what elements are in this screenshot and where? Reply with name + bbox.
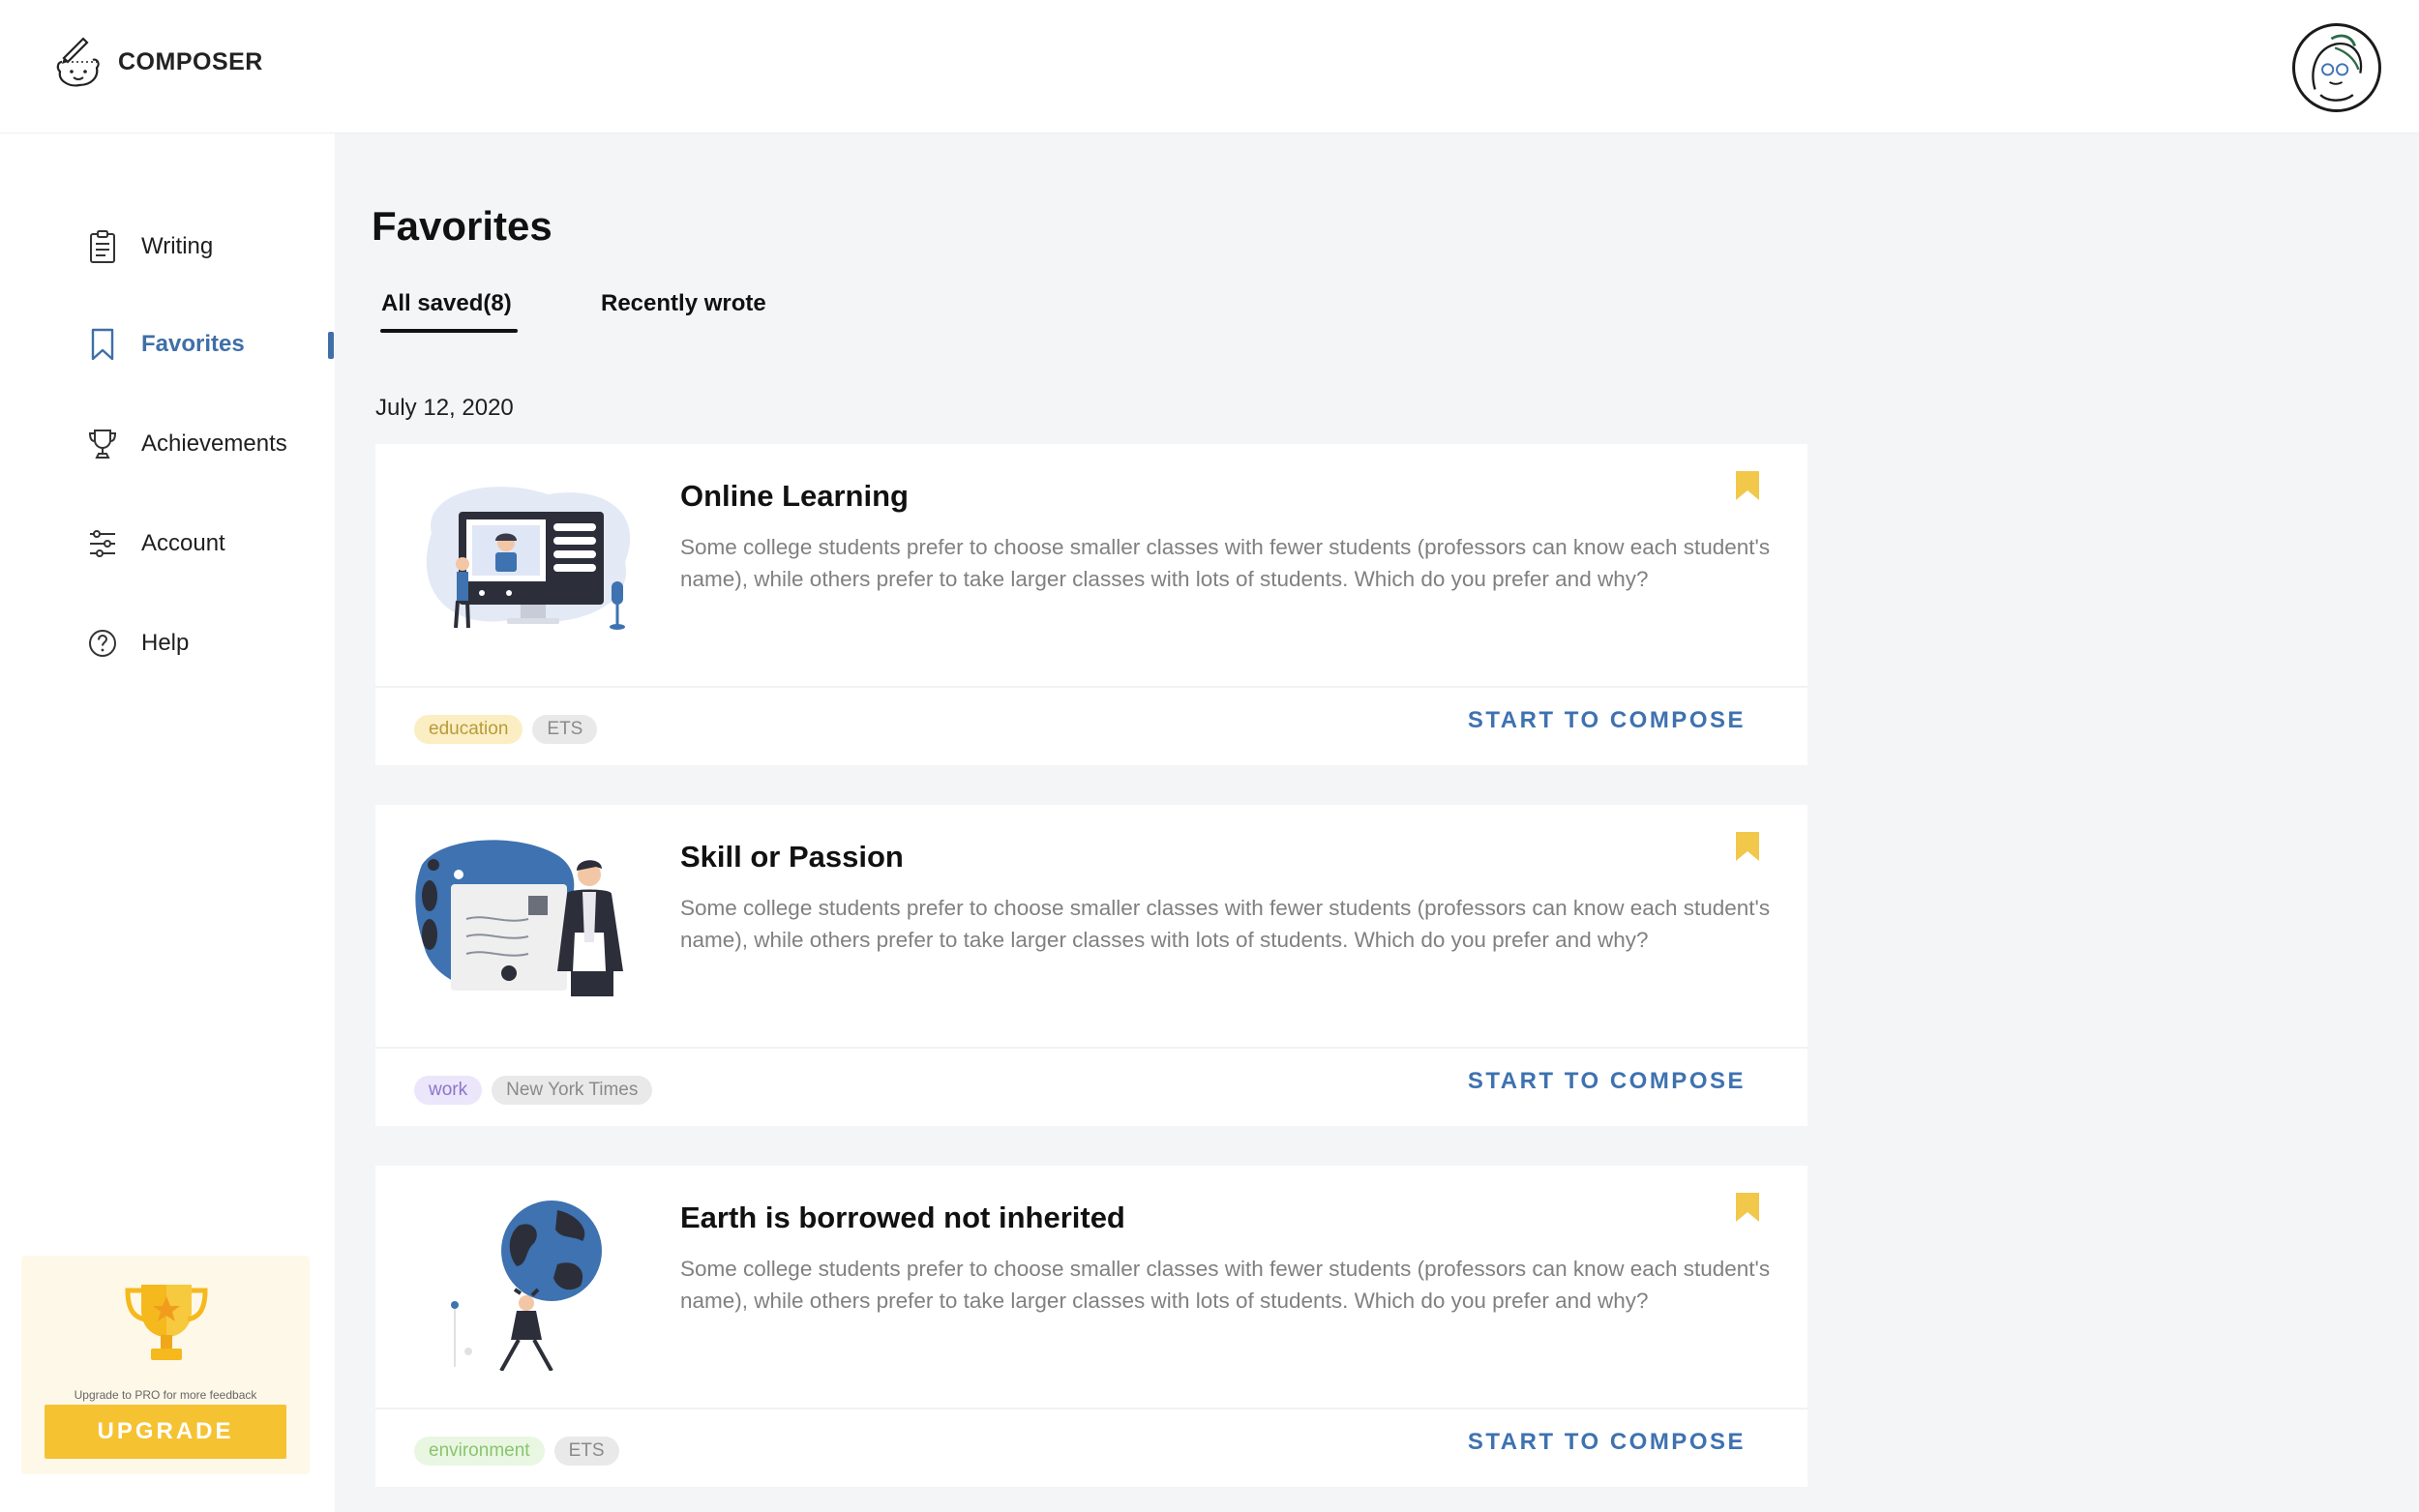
sidebar-item-label: Writing	[141, 233, 214, 259]
tag-education[interactable]: education	[414, 715, 523, 744]
tag-list: work New York Times	[414, 1076, 653, 1105]
start-compose-button[interactable]: START TO COMPOSE	[1468, 707, 1746, 734]
sidebar-item-label: Favorites	[141, 331, 245, 357]
earth-illustration	[451, 1201, 602, 1371]
bookmark-filled-icon[interactable]	[1734, 469, 1761, 502]
sidebar-item-writing[interactable]: Writing	[85, 222, 213, 271]
active-nav-indicator	[328, 332, 334, 359]
tag-environment[interactable]: environment	[414, 1437, 545, 1466]
tab-all-saved[interactable]: All saved(8)	[381, 290, 512, 317]
sidebar: Writing Favorites Achievements Account H…	[0, 133, 335, 1512]
card-title: Skill or Passion	[680, 840, 904, 874]
clipboard-icon	[85, 229, 120, 264]
sidebar-item-account[interactable]: Account	[85, 519, 225, 568]
sidebar-item-label: Help	[141, 630, 190, 656]
page-title: Favorites	[372, 203, 552, 249]
start-compose-button[interactable]: START TO COMPOSE	[1468, 1068, 1746, 1095]
card-body: Earth is borrowed not inherited Some col…	[375, 1166, 1807, 1409]
skill-passion-illustration	[415, 840, 623, 996]
sliders-icon	[85, 526, 120, 561]
app-name: COMPOSER	[118, 47, 263, 75]
bookmark-filled-icon[interactable]	[1734, 1191, 1761, 1224]
upgrade-button[interactable]: UPGRADE	[45, 1405, 286, 1459]
tag-list: education ETS	[414, 715, 598, 744]
card-title: Online Learning	[680, 479, 909, 513]
composer-logo-icon	[56, 37, 100, 87]
sidebar-item-achievements[interactable]: Achievements	[85, 420, 287, 468]
tag-list: environment ETS	[414, 1437, 619, 1466]
sidebar-item-label: Achievements	[141, 430, 287, 457]
card-body: Online Learning Some college students pr…	[375, 444, 1807, 688]
card-description: Some college students prefer to choose s…	[680, 535, 1771, 591]
tag-new-york-times[interactable]: New York Times	[492, 1076, 653, 1105]
app-logo[interactable]: COMPOSER	[50, 33, 263, 91]
top-header: COMPOSER	[0, 0, 2419, 133]
favorite-card: Skill or Passion Some college students p…	[375, 805, 1807, 1126]
card-description: Some college students prefer to choose s…	[680, 1257, 1771, 1313]
card-title: Earth is borrowed not inherited	[680, 1201, 1125, 1234]
avatar-illustration-icon	[2312, 34, 2363, 102]
bookmark-filled-icon[interactable]	[1734, 830, 1761, 863]
sidebar-item-label: Account	[141, 530, 225, 556]
online-learning-illustration	[426, 487, 631, 630]
tag-ets[interactable]: ETS	[553, 1437, 619, 1466]
upgrade-panel: Upgrade to PRO for more feedback UPGRADE	[21, 1256, 310, 1474]
favorite-card: Earth is borrowed not inherited Some col…	[375, 1166, 1807, 1487]
sidebar-item-help[interactable]: Help	[85, 619, 189, 667]
date-group-label: July 12, 2020	[375, 395, 514, 421]
card-body: Skill or Passion Some college students p…	[375, 805, 1807, 1049]
upgrade-note: Upgrade to PRO for more feedback	[74, 1388, 257, 1402]
tab-recently-wrote[interactable]: Recently wrote	[601, 290, 766, 317]
bookmark-icon	[85, 327, 120, 362]
active-tab-underline	[380, 329, 518, 333]
trophy-icon	[85, 427, 120, 461]
tag-work[interactable]: work	[414, 1076, 483, 1105]
start-compose-button[interactable]: START TO COMPOSE	[1468, 1429, 1746, 1456]
sidebar-item-favorites[interactable]: Favorites	[85, 320, 245, 369]
tag-ets[interactable]: ETS	[532, 715, 598, 744]
favorite-card: Online Learning Some college students pr…	[375, 444, 1807, 765]
user-avatar[interactable]	[2292, 23, 2381, 112]
card-description: Some college students prefer to choose s…	[680, 896, 1771, 952]
gold-trophy-icon	[125, 1285, 208, 1360]
help-circle-icon	[85, 626, 120, 661]
